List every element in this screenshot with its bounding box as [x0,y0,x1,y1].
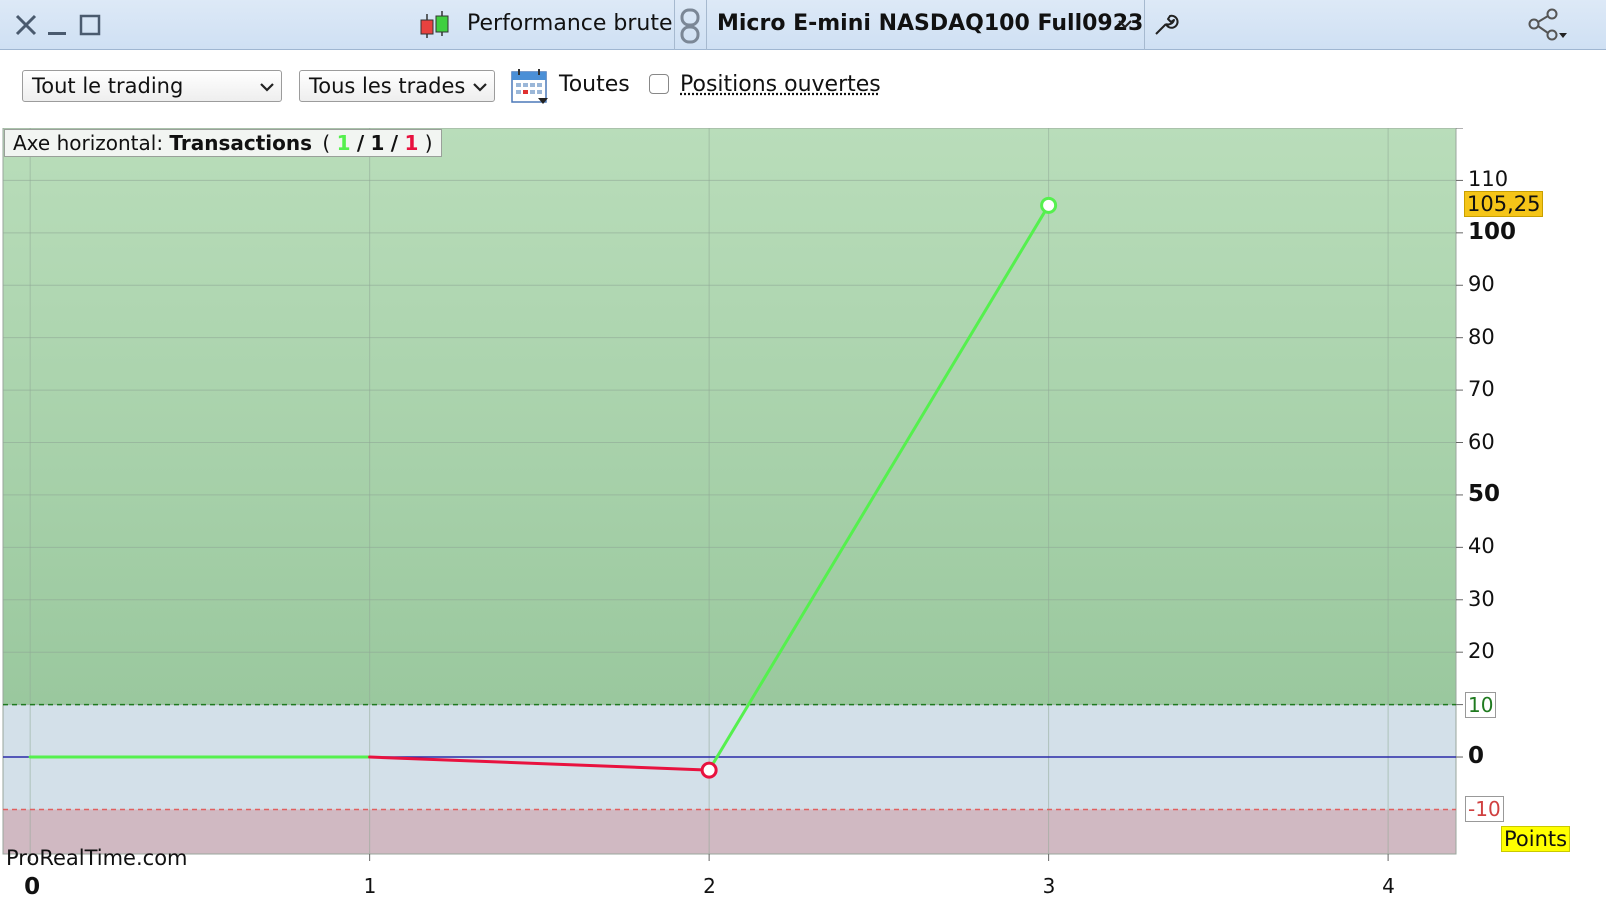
y-tick-label: 90 [1468,272,1495,297]
axis-badge-close: ) [424,131,433,155]
share-icon[interactable] [1526,8,1568,42]
chevron-down-icon[interactable] [1117,16,1133,32]
x-tick-label: 3 [1042,874,1056,898]
instrument-selector[interactable]: Micro E-mini NASDAQ100 Full0923 [717,11,1143,36]
axis-badge-open: ( [322,131,331,155]
axis-badge-total: 1 [370,131,385,155]
y-tick-label: 110 [1468,167,1509,192]
toolbar: Tout le trading Tous les trades Toutes P… [0,50,1606,128]
close-icon[interactable] [14,13,38,37]
gain-zone [3,128,1456,705]
y-tick-label: 100 [1468,218,1517,245]
equity-chart [2,128,1463,861]
trades-select[interactable]: Tous les trades [299,70,495,102]
lower-threshold-label: -10 [1465,796,1504,823]
window-title: Performance brute [467,11,673,36]
chevron-down-icon [473,83,487,92]
calendar-label: Toutes [559,72,630,97]
separator [706,0,707,50]
open-positions-checkbox[interactable] [649,74,669,94]
candlestick-icon [420,11,449,38]
separator [674,0,675,50]
gain-point [1040,196,1058,214]
y-tick-label: 30 [1468,586,1495,611]
units-label: Points [1501,826,1571,852]
open-positions-label[interactable]: Positions ouvertes [680,72,881,97]
title-bar: Performance brute Micro E-mini NASDAQ100… [0,0,1606,50]
loss-zone [3,809,1456,854]
minimize-icon[interactable] [46,13,70,37]
x-tick-label: 1 [363,874,377,898]
x-tick-label: 0 [24,874,41,900]
upper-threshold-label: 10 [1465,691,1497,718]
maximize-icon[interactable] [78,13,102,37]
y-tick-label: 0 [1468,743,1485,770]
last-value-badge: 105,25 [1464,191,1544,218]
watermark: ProRealTime.com [6,846,188,870]
wrench-icon[interactable] [1152,10,1180,38]
y-tick-label: 50 [1468,480,1501,507]
chevron-down-icon [260,83,274,92]
axis-badge-losses: 1 [404,131,419,155]
y-tick-label: 80 [1468,324,1495,349]
period-select-value: Tout le trading [32,74,184,98]
separator [1144,0,1145,50]
axis-badge-wins: 1 [336,131,351,155]
loss-point [700,761,718,779]
trades-select-value: Tous les trades [309,74,466,98]
period-select[interactable]: Tout le trading [22,70,282,102]
link-icon[interactable] [679,8,701,44]
axis-badge-slash: / [356,131,365,155]
axis-badge-prefix: Axe horizontal: [13,131,164,155]
y-tick-label: 70 [1468,377,1495,402]
y-tick-label: 20 [1468,639,1495,664]
axis-badge-mode: Transactions [169,131,313,155]
y-tick-label: 60 [1468,429,1495,454]
axis-badge-slash: / [390,131,399,155]
axis-mode-badge[interactable]: Axe horizontal: Transactions ( 1 / 1 / 1… [4,129,442,157]
calendar-icon[interactable] [510,67,550,105]
x-tick-label: 4 [1382,874,1395,898]
y-tick-label: 40 [1468,534,1495,559]
x-tick-label: 2 [703,874,716,898]
